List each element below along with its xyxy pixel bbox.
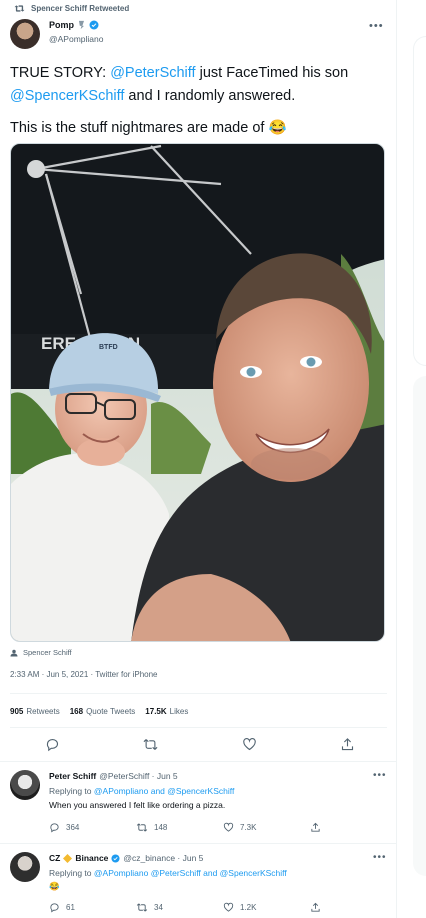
reply-icon <box>49 822 60 833</box>
reply-count: 61 <box>66 903 75 912</box>
likes-label: Likes <box>169 707 189 716</box>
like-icon <box>223 902 234 913</box>
mention-link[interactable]: @SpencerKSchiff <box>10 88 124 104</box>
tweet-timestamp[interactable]: 2:33 AM · Jun 5, 2021 · Twitter for iPho… <box>10 670 158 679</box>
tweet-text-segment: just FaceTimed his son <box>195 65 349 81</box>
author-handle[interactable]: @APompliano <box>49 34 103 44</box>
replying-prefix: Replying to <box>49 868 94 878</box>
reply-actions: 61 34 1.2K <box>49 902 339 913</box>
share-button[interactable] <box>310 902 339 913</box>
reply-author-name[interactable]: Peter Schiff <box>49 771 96 781</box>
reply-handle-time[interactable]: @cz_binance · Jun 5 <box>123 853 203 863</box>
share-icon[interactable] <box>340 737 355 752</box>
like-icon <box>223 822 234 833</box>
cap-logo-text: BTFD <box>99 344 118 351</box>
replying-to-mentions[interactable]: @APompliano @PeterSchiff and @SpencerKSc… <box>94 868 287 878</box>
reply-text: When you answered I felt like ordering a… <box>49 800 226 810</box>
tweet-text-segment: TRUE STORY: <box>10 65 111 81</box>
author-name: Pomp <box>49 20 75 30</box>
avatar[interactable] <box>10 852 40 882</box>
quotes-label: Quote Tweets <box>86 707 136 716</box>
tweet-paragraph-1: TRUE STORY: @PeterSchiff just FaceTimed … <box>10 62 390 108</box>
avatar[interactable] <box>10 770 40 800</box>
reply-handle-time[interactable]: @PeterSchiff · Jun 5 <box>99 771 177 781</box>
quotes-stat[interactable]: 168 Quote Tweets <box>70 707 136 716</box>
likes-count: 17.5K <box>145 707 167 716</box>
verified-badge-icon <box>89 20 99 30</box>
replying-to-mentions[interactable]: @APompliano and @SpencerKSchiff <box>94 786 234 796</box>
retweet-count: 148 <box>154 823 168 832</box>
sidebar-panel <box>413 376 426 876</box>
tweet-actions <box>45 737 355 752</box>
retweet-icon <box>11 4 25 13</box>
right-sidebar <box>397 0 426 918</box>
reply-icon[interactable] <box>45 737 60 752</box>
tweet-stats: 905 Retweets 168 Quote Tweets 17.5K Likes <box>10 707 188 716</box>
tagged-name: Spencer Schiff <box>23 648 72 657</box>
reply-button[interactable]: 61 <box>49 902 136 913</box>
tweet-paragraph-2: This is the stuff nightmares are made of… <box>10 117 390 140</box>
laughing-emoji-icon: 😂 <box>268 120 287 136</box>
reply-icon <box>49 902 60 913</box>
retweets-count: 905 <box>10 707 24 716</box>
reply-count: 364 <box>66 823 80 832</box>
more-icon[interactable]: ••• <box>373 770 387 781</box>
tweet-text-segment: This is the stuff nightmares are made of <box>10 120 269 136</box>
retweet-icon <box>136 822 148 833</box>
retweet-button[interactable]: 34 <box>136 902 223 913</box>
sidebar-panel <box>413 36 426 366</box>
verified-badge-icon <box>111 853 120 863</box>
share-icon <box>310 902 321 913</box>
author-name-row[interactable]: Pomp <box>49 20 99 30</box>
mention-link[interactable]: @PeterSchiff <box>110 65 195 81</box>
retweet-banner[interactable]: Spencer Schiff Retweeted <box>11 2 129 14</box>
retweet-button[interactable]: 148 <box>136 822 223 833</box>
like-icon[interactable] <box>242 737 257 752</box>
tweet-text: TRUE STORY: @PeterSchiff just FaceTimed … <box>10 62 390 140</box>
replying-to: Replying to @APompliano and @SpencerKSch… <box>49 786 234 796</box>
like-button[interactable]: 1.2K <box>223 902 310 913</box>
binance-logo-icon <box>63 853 73 863</box>
tagged-people[interactable]: Spencer Schiff <box>10 648 72 657</box>
replying-to: Replying to @APompliano @PeterSchiff and… <box>49 868 287 878</box>
divider <box>10 727 387 728</box>
retweet-icon <box>136 902 148 913</box>
retweets-stat[interactable]: 905 Retweets <box>10 707 60 716</box>
reply-button[interactable]: 364 <box>49 822 136 833</box>
reply-actions: 364 148 7.3K <box>49 822 339 833</box>
divider <box>10 693 387 694</box>
retweets-label: Retweets <box>26 707 60 716</box>
retweet-count: 34 <box>154 903 163 912</box>
retweet-banner-text: Spencer Schiff Retweeted <box>31 3 130 13</box>
tweet-column: Spencer Schiff Retweeted Pomp @APomplian… <box>0 0 397 918</box>
tweet-text-segment: and I randomly answered. <box>124 88 296 104</box>
like-count: 1.2K <box>240 903 257 912</box>
reply-author-name[interactable]: CZ <box>49 853 60 863</box>
reply-tweet[interactable]: CZ Binance @cz_binance · Jun 5 ••• Reply… <box>0 843 397 918</box>
reply-header: Peter Schiff @PeterSchiff · Jun 5 <box>49 771 178 781</box>
reply-tweet[interactable]: Peter Schiff @PeterSchiff · Jun 5 ••• Re… <box>0 761 397 843</box>
reply-text: 😂 <box>49 881 60 891</box>
reply-author-affiliation[interactable]: Binance <box>75 853 108 863</box>
more-icon[interactable]: ••• <box>369 20 384 32</box>
avatar[interactable] <box>10 19 40 49</box>
like-count: 7.3K <box>240 823 257 832</box>
more-icon[interactable]: ••• <box>373 852 387 863</box>
quotes-count: 168 <box>69 707 84 716</box>
share-button[interactable] <box>310 822 339 833</box>
likes-stat[interactable]: 17.5K Likes <box>145 707 188 716</box>
tweet-photo[interactable]: ERE JOURN BTFD <box>10 143 385 642</box>
retweet-icon[interactable] <box>143 737 158 752</box>
tag-person-icon <box>10 649 18 657</box>
reply-header: CZ Binance @cz_binance · Jun 5 <box>49 853 203 863</box>
share-icon <box>310 822 321 833</box>
replying-prefix: Replying to <box>49 786 94 796</box>
emoji-icon <box>77 20 86 30</box>
like-button[interactable]: 7.3K <box>223 822 310 833</box>
